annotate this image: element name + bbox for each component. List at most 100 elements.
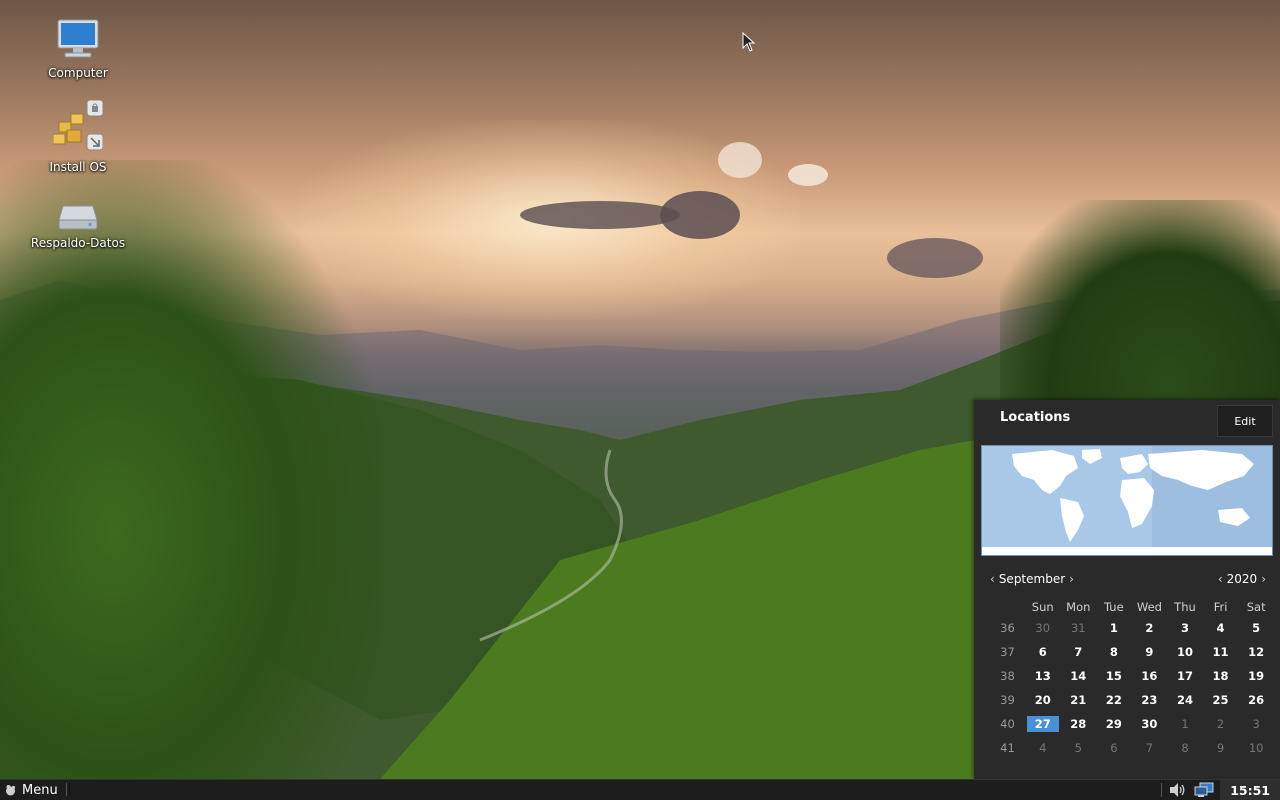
calendar-day[interactable]: 22 <box>1096 688 1132 712</box>
calendar-day[interactable]: 2 <box>1203 712 1239 736</box>
taskbar: Menu 15:51 <box>0 779 1280 800</box>
week-number: 37 <box>1000 645 1015 659</box>
calendar-day[interactable]: 19 <box>1238 664 1274 688</box>
calendar-day[interactable]: 8 <box>1096 640 1132 664</box>
calendar-day[interactable]: 17 <box>1167 664 1203 688</box>
calendar-day[interactable]: 3 <box>1238 712 1274 736</box>
year-label: 2020 <box>1226 572 1258 586</box>
prev-year-chevron-left-icon[interactable]: ‹ <box>1214 572 1227 586</box>
forest-left <box>0 160 380 779</box>
volume-icon[interactable] <box>1168 782 1186 798</box>
computer-icon <box>57 19 99 58</box>
calendar-day[interactable]: 11 <box>1203 640 1239 664</box>
calendar-day-label: 6 <box>1038 645 1047 659</box>
calendar-day-label: 4 <box>1216 621 1225 635</box>
system-tray: 15:51 <box>1155 780 1280 800</box>
menu-button[interactable]: Menu <box>4 781 58 799</box>
calendar-day-label: 30 <box>1141 717 1158 731</box>
calendar-day[interactable]: 1 <box>1167 712 1203 736</box>
calendar-day[interactable]: 5 <box>1238 616 1274 640</box>
calendar-day[interactable]: 8 <box>1167 736 1203 760</box>
calendar-day[interactable]: 6 <box>1025 640 1061 664</box>
calendar-day-label: 7 <box>1074 645 1083 659</box>
calendar-day-label: 16 <box>1141 669 1158 683</box>
calendar-day[interactable]: 1 <box>1096 616 1132 640</box>
edit-locations-button[interactable]: Edit <box>1217 405 1273 437</box>
calendar-day[interactable]: 29 <box>1096 712 1132 736</box>
calendar-day[interactable]: 14 <box>1061 664 1097 688</box>
calendar-day[interactable]: 23 <box>1132 688 1168 712</box>
calendar-day-label: 2 <box>1145 621 1154 635</box>
calendar-day[interactable]: 10 <box>1238 736 1274 760</box>
calendar-day[interactable]: 6 <box>1096 736 1132 760</box>
calendar-day[interactable]: 12 <box>1238 640 1274 664</box>
calendar-day[interactable]: 13 <box>1025 664 1061 688</box>
next-year-chevron-right-icon[interactable]: › <box>1257 572 1270 586</box>
desktop-icon-label: Respaldo-Datos <box>30 236 126 250</box>
calendar-popup: Locations Edit ‹ September › ‹ 2020 › Su… <box>974 400 1280 779</box>
desktop-icon-label: Computer <box>48 66 108 80</box>
calendar-day-label: 12 <box>1248 645 1265 659</box>
week-number: 40 <box>1000 717 1015 731</box>
world-map-graphic <box>982 446 1272 555</box>
calendar-day[interactable]: 24 <box>1167 688 1203 712</box>
network-icon[interactable] <box>1194 782 1214 798</box>
calendar-day[interactable]: 20 <box>1025 688 1061 712</box>
calendar-week-row: 38 13 14 15 16 17 18 19 <box>990 664 1274 688</box>
menu-label: Menu <box>22 782 58 798</box>
calendar-day-label: 4 <box>1039 741 1047 755</box>
calendar-day-label: 1 <box>1181 717 1189 731</box>
calendar-day[interactable]: 10 <box>1167 640 1203 664</box>
calendar-day[interactable]: 26 <box>1238 688 1274 712</box>
world-map[interactable] <box>981 445 1273 556</box>
calendar-day[interactable]: 28 <box>1061 712 1097 736</box>
calendar-day[interactable]: 15 <box>1096 664 1132 688</box>
calendar-day-label: 20 <box>1034 693 1051 707</box>
calendar-day-label: 17 <box>1176 669 1193 683</box>
calendar-grid: Sun Mon Tue Wed Thu Fri Sat 36 30 31 1 2 3 4 5 3… <box>990 598 1274 760</box>
calendar-day-label: 7 <box>1145 741 1154 755</box>
calendar-day[interactable]: 4 <box>1025 736 1061 760</box>
calendar-week-row: 40 27 28 29 30 1 2 3 <box>990 712 1274 736</box>
weekday-header: Thu <box>1174 600 1196 614</box>
taskbar-separator <box>66 783 70 796</box>
next-month-chevron-right-icon[interactable]: › <box>1065 572 1078 586</box>
calendar-day[interactable]: 9 <box>1203 736 1239 760</box>
calendar-day-label: 10 <box>1248 741 1264 755</box>
calendar-day[interactable]: 30 <box>1025 616 1061 640</box>
calendar-day-label: 23 <box>1141 693 1158 707</box>
calendar-day-today[interactable]: 27 <box>1025 712 1061 736</box>
calendar-day[interactable]: 2 <box>1132 616 1168 640</box>
calendar-day[interactable]: 21 <box>1061 688 1097 712</box>
hard-drive-icon <box>58 205 98 230</box>
calendar-day-label: 31 <box>1070 621 1086 635</box>
calendar-day-label: 30 <box>1035 621 1051 635</box>
desktop-icon-install-os[interactable]: Install OS <box>30 100 126 174</box>
clock[interactable]: 15:51 <box>1220 780 1280 800</box>
calendar-week-row: 39 20 21 22 23 24 25 26 <box>990 688 1274 712</box>
calendar-day-label: 22 <box>1105 693 1122 707</box>
calendar-day[interactable]: 7 <box>1061 640 1097 664</box>
calendar-day[interactable]: 18 <box>1203 664 1239 688</box>
weekday-header: Sun <box>1031 600 1054 614</box>
calendar-day[interactable]: 7 <box>1132 736 1168 760</box>
calendar-day[interactable]: 5 <box>1061 736 1097 760</box>
desktop-icon-computer[interactable]: Computer <box>30 18 126 80</box>
prev-month-chevron-left-icon[interactable]: ‹ <box>986 572 999 586</box>
calendar-day[interactable]: 31 <box>1061 616 1097 640</box>
calendar-day[interactable]: 9 <box>1132 640 1168 664</box>
weekday-header: Tue <box>1104 600 1124 614</box>
calendar-day[interactable]: 3 <box>1167 616 1203 640</box>
calendar-day-label: 25 <box>1212 693 1229 707</box>
calendar-day[interactable]: 16 <box>1132 664 1168 688</box>
calendar-day[interactable]: 25 <box>1203 688 1239 712</box>
calendar-day[interactable]: 4 <box>1203 616 1239 640</box>
calendar-day-label: 13 <box>1034 669 1051 683</box>
calendar-day-label: 14 <box>1070 669 1087 683</box>
month-label: September <box>998 572 1066 586</box>
weekday-header: Sat <box>1246 600 1266 614</box>
desktop-icon-respaldo-datos[interactable]: Respaldo-Datos <box>30 200 126 250</box>
calendar-day[interactable]: 30 <box>1132 712 1168 736</box>
calendar-week-row: 41 4 5 6 7 8 9 10 <box>990 736 1274 760</box>
desktop-icon-label: Install OS <box>49 160 107 174</box>
